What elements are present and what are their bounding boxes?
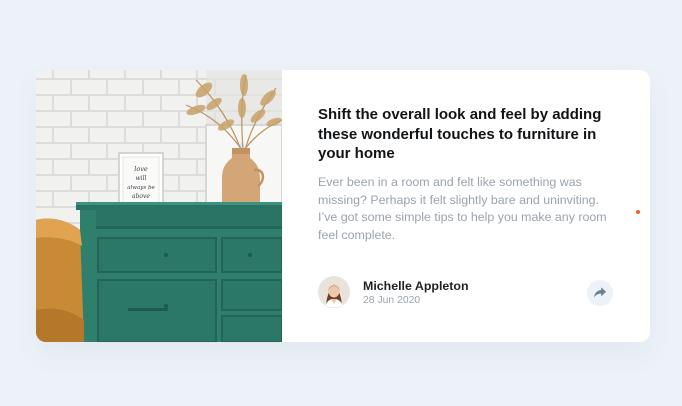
svg-text:love: love (134, 165, 148, 173)
publish-date: 28 Jun 2020 (363, 295, 421, 306)
svg-text:above: above (132, 193, 150, 200)
author-name: Michelle Appleton (363, 279, 469, 293)
article-content: Shift the overall look and feel by addin… (318, 70, 650, 342)
share-button[interactable] (587, 280, 613, 306)
article-image: love will always be above (36, 70, 282, 342)
article-card: love will always be above Shift the over… (36, 70, 650, 342)
article-title: Shift the overall look and feel by addin… (318, 106, 602, 162)
svg-text:will: will (136, 175, 147, 182)
svg-text:always be: always be (127, 185, 155, 191)
author-avatar (318, 276, 350, 308)
author-row: Michelle Appleton 28 Jun 2020 (318, 276, 618, 308)
accent-dot (636, 210, 640, 214)
article-description: Ever been in a room and felt like someth… (318, 175, 607, 242)
